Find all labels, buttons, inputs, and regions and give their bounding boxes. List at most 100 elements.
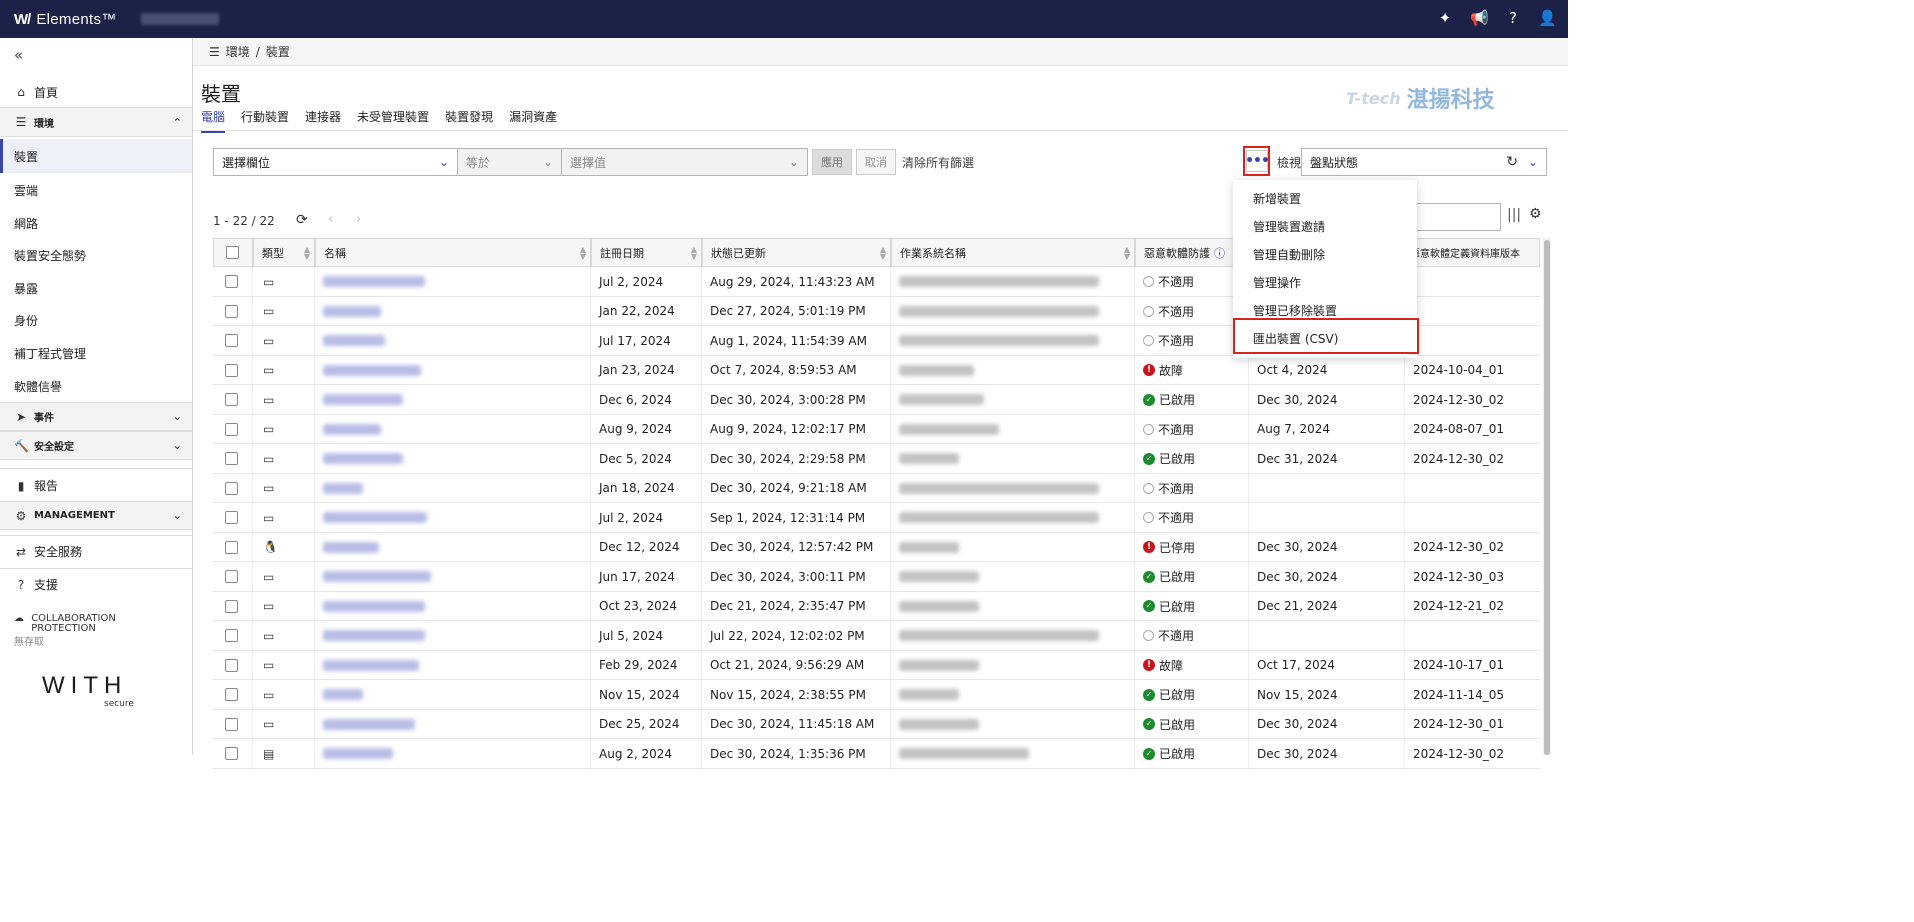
device-name-redacted[interactable] [323, 394, 403, 406]
select-all-checkbox[interactable] [226, 246, 239, 259]
device-name-redacted[interactable] [323, 482, 363, 494]
filter-value-select[interactable]: 選擇值 ⌄ [562, 148, 808, 176]
table-row[interactable]: ▭ Jul 2, 2024 Sep 1, 2024, 12:31:14 PM 不適用 [213, 503, 1540, 533]
device-name-redacted[interactable] [323, 659, 419, 671]
row-checkbox[interactable] [225, 393, 238, 407]
filter-field-select[interactable]: 選擇欄位 ⌄ [213, 148, 458, 176]
table-row[interactable]: ▭ Dec 5, 2024 Dec 30, 2024, 2:29:58 PM ✓ 已啟用… [213, 444, 1540, 474]
sidebar-item-cloud[interactable]: 雲端 [0, 174, 192, 206]
sidebar-item-environment[interactable]: ☰ 環境 ⌃ [0, 107, 192, 137]
row-checkbox[interactable] [225, 717, 238, 731]
cancel-button[interactable]: 取消 [856, 149, 896, 175]
sidebar-item-network[interactable]: 網路 [0, 207, 192, 239]
sidebar-item-device-security-posture[interactable]: 裝置安全態勢 [0, 239, 192, 271]
next-page-icon[interactable]: › [356, 212, 361, 227]
col-av[interactable]: 惡意軟體防護 ⓘ [1135, 238, 1249, 267]
table-row[interactable]: ▭ Aug 9, 2024 Aug 9, 2024, 12:02:17 PM 不適用 A… [213, 414, 1540, 444]
sidebar-item-security-settings[interactable]: 🔨 安全設定 ⌄ [0, 431, 192, 460]
device-name-redacted[interactable] [323, 571, 431, 583]
device-name-redacted[interactable] [323, 276, 425, 288]
col-name[interactable]: 名稱 ▲ ▼ [315, 238, 591, 267]
row-checkbox[interactable] [225, 629, 238, 643]
table-row[interactable]: ▭ Nov 15, 2024 Nov 15, 2024, 2:38:55 PM ✓ 已啟… [213, 680, 1540, 710]
collaboration-protection[interactable]: ☁ COLLABORATION PROTECTION 無存取 [14, 614, 151, 648]
refresh-icon[interactable]: ⟳ [296, 212, 308, 228]
breadcrumb-root[interactable]: 環境 [226, 43, 250, 60]
device-name-redacted[interactable] [323, 541, 379, 553]
user-icon[interactable]: 👤 [1538, 8, 1557, 28]
prev-page-icon[interactable]: ‹ [328, 212, 333, 227]
apply-button[interactable]: 應用 [812, 149, 852, 175]
table-scrollbar[interactable] [1543, 238, 1551, 755]
row-checkbox[interactable] [225, 658, 238, 672]
table-row[interactable]: ▭ Oct 23, 2024 Dec 21, 2024, 2:35:47 PM ✓ 已啟… [213, 591, 1540, 621]
table-row[interactable]: ▭ Feb 29, 2024 Oct 21, 2024, 9:56:29 AM! 故障… [213, 650, 1540, 680]
tenant-selector[interactable] [140, 13, 219, 25]
sidebar-item-patch-management[interactable]: 補丁程式管理 [0, 337, 192, 369]
device-name-redacted[interactable] [323, 364, 421, 376]
sidebar-item-software-reputation[interactable]: 軟體信譽 [0, 370, 192, 402]
collapse-sidebar-icon[interactable]: « [14, 46, 23, 64]
row-checkbox[interactable] [225, 540, 238, 554]
reset-icon[interactable]: ↻ [1506, 154, 1518, 170]
row-checkbox[interactable] [225, 422, 238, 436]
menu-item-0[interactable]: 新增裝置 [1233, 184, 1417, 212]
info-icon[interactable]: ⓘ [1214, 245, 1225, 261]
clear-filters-link[interactable]: 清除所有篩選 [902, 154, 974, 171]
sidebar-item-events[interactable]: ➤ 事件 ⌄ [0, 402, 192, 431]
row-checkbox[interactable] [225, 570, 238, 584]
col-os[interactable]: 作業系統名稱 ▲ ▼ [891, 238, 1135, 267]
row-checkbox[interactable] [225, 275, 238, 289]
menu-item-3[interactable]: 管理操作 [1233, 268, 1417, 296]
table-row[interactable]: ▭ Jul 5, 2024 Jul 22, 2024, 12:02:02 PM 不適用 [213, 621, 1540, 651]
scrollbar-thumb[interactable] [1544, 240, 1550, 755]
sparkle-icon[interactable]: ✦ [1436, 8, 1454, 28]
view-select[interactable]: 盤點狀態 ↻ ⌄ [1301, 148, 1547, 176]
device-name-redacted[interactable] [323, 423, 381, 435]
row-checkbox[interactable] [225, 511, 238, 525]
help-icon[interactable]: ? [1504, 8, 1522, 28]
sidebar-item-management[interactable]: ⚙ MANAGEMENT ⌄ [0, 501, 192, 530]
device-name-redacted[interactable] [323, 335, 385, 347]
row-checkbox[interactable] [225, 363, 238, 377]
menu-item-1[interactable]: 管理裝置邀請 [1233, 212, 1417, 240]
sidebar-item-security-services[interactable]: ⇄ 安全服務 [0, 535, 192, 567]
filter-operator-select[interactable]: 等於 ⌄ [458, 148, 562, 176]
search-input[interactable] [1415, 203, 1501, 231]
app-logo[interactable]: W/ Elements™ [0, 11, 117, 28]
device-name-redacted[interactable] [323, 689, 363, 701]
sidebar-item-support[interactable]: ? 支援 [0, 568, 192, 600]
row-checkbox[interactable] [225, 304, 238, 318]
table-row[interactable]: ▭ Jan 23, 2024 Oct 7, 2024, 8:59:53 AM! 故障 O… [213, 355, 1540, 385]
sidebar-item-devices[interactable]: 裝置 [0, 139, 192, 173]
device-name-redacted[interactable] [323, 512, 427, 524]
row-checkbox[interactable] [225, 747, 238, 761]
device-name-redacted[interactable] [323, 748, 393, 760]
row-checkbox[interactable] [225, 688, 238, 702]
device-name-redacted[interactable] [323, 630, 425, 642]
columns-icon[interactable]: ||| [1507, 207, 1521, 223]
device-name-redacted[interactable] [323, 305, 381, 317]
col-registered[interactable]: 註冊日期 ▲ ▼ [591, 238, 702, 267]
sidebar-item-reports[interactable]: ▮ 報告 [0, 468, 192, 502]
device-name-redacted[interactable] [323, 718, 415, 730]
table-row[interactable]: ▭ Jun 17, 2024 Dec 30, 2024, 3:00:11 PM ✓ 已啟… [213, 562, 1540, 592]
megaphone-icon[interactable]: 📢 [1470, 8, 1489, 28]
device-name-redacted[interactable] [323, 453, 403, 465]
sidebar-item-identity[interactable]: 身份 [0, 304, 192, 336]
row-checkbox[interactable] [225, 481, 238, 495]
row-checkbox[interactable] [225, 452, 238, 466]
row-checkbox[interactable] [225, 599, 238, 613]
col-avdb[interactable]: 惡意軟體定義資料庫版本 [1405, 238, 1540, 267]
table-row[interactable]: ▭ Dec 6, 2024 Dec 30, 2024, 3:00:28 PM ✓ 已啟用… [213, 385, 1540, 415]
table-row[interactable]: ▭ Dec 25, 2024 Dec 30, 2024, 11:45:18 AM ✓ 已… [213, 709, 1540, 739]
device-name-redacted[interactable] [323, 600, 425, 612]
menu-item-2[interactable]: 管理自動刪除 [1233, 240, 1417, 268]
table-row[interactable]: ▤ Aug 2, 2024 Dec 30, 2024, 1:35:36 PM ✓ 已啟用… [213, 739, 1540, 769]
table-row[interactable]: 🐧 Dec 12, 2024 Dec 30, 2024, 12:57:42 PM! 已… [213, 532, 1540, 562]
col-updated[interactable]: 狀態已更新 ▲ ▼ [702, 238, 891, 267]
sidebar-item-home[interactable]: ⌂ 首頁 [0, 76, 192, 108]
row-checkbox[interactable] [225, 334, 238, 348]
sidebar-item-exposure[interactable]: 暴露 [0, 272, 192, 304]
gear-icon[interactable]: ⚙ [1529, 206, 1542, 222]
